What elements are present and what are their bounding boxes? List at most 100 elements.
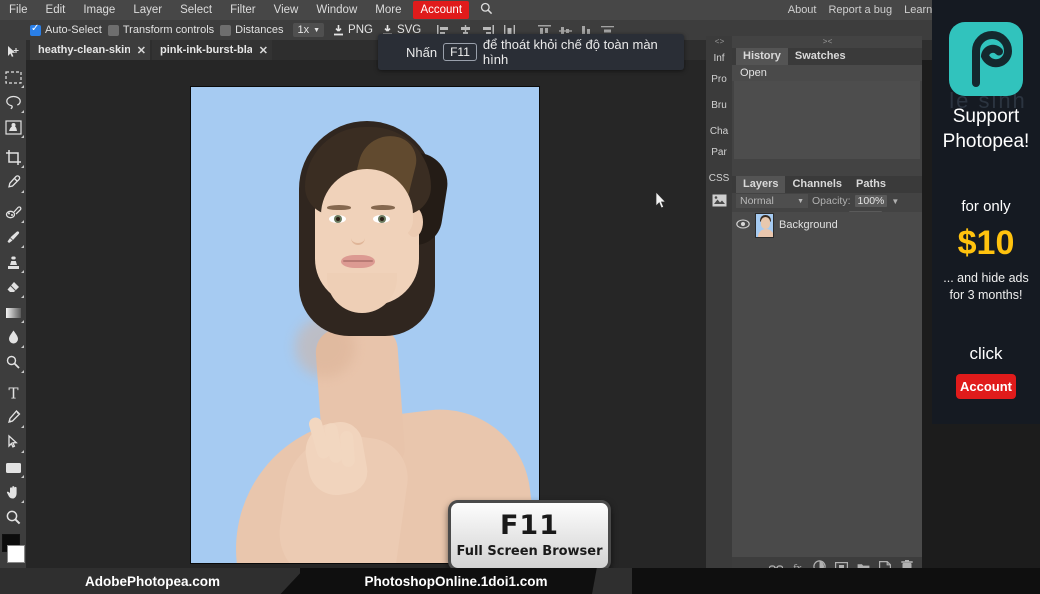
layer-row-background[interactable]: Background <box>732 212 922 238</box>
pen-tool[interactable] <box>0 405 26 430</box>
tool-expand-corner <box>21 500 24 503</box>
document-tab-1[interactable]: heathy-clean-skin-yo ✕ <box>30 40 150 60</box>
side-tab-info[interactable]: Inf <box>706 48 732 69</box>
tab-history[interactable]: History <box>736 48 788 65</box>
brand-left-segment: AdobePhotopea.com <box>0 568 305 594</box>
layer-name[interactable]: Background <box>779 219 838 231</box>
portrait-brow-left <box>327 205 351 210</box>
transform-controls-checkbox-box[interactable] <box>107 24 119 36</box>
support-ad-panel[interactable]: le sinh Support Photopea! for only $10 .… <box>932 0 1040 424</box>
tool-expand-corner <box>21 345 24 348</box>
tool-expand-corner <box>21 110 24 113</box>
chevron-down-icon[interactable]: ▼ <box>891 197 899 206</box>
tab-layers[interactable]: Layers <box>736 176 786 193</box>
side-tab-brushes[interactable]: Bru <box>706 95 732 116</box>
menu-window[interactable]: Window <box>307 0 366 20</box>
collapse-panels-icon[interactable]: > < <box>732 36 922 48</box>
tab-swatches[interactable]: Swatches <box>788 48 853 65</box>
tab-paths[interactable]: Paths <box>849 176 893 193</box>
zoom-level-value: 1x <box>297 24 310 36</box>
layer-list[interactable]: Background <box>732 212 922 557</box>
auto-select-checkbox[interactable]: Auto-Select <box>30 23 102 36</box>
blend-mode-select[interactable]: Normal ▼ <box>736 194 808 208</box>
menu-layer[interactable]: Layer <box>124 0 171 20</box>
side-tab-css[interactable]: CSS <box>706 168 732 189</box>
close-icon[interactable]: ✕ <box>137 44 146 57</box>
export-png-button[interactable]: PNG <box>332 24 373 37</box>
spot-healing-tool[interactable] <box>0 200 26 225</box>
link-report-a-bug[interactable]: Report a bug <box>822 4 898 16</box>
color-swatches[interactable] <box>0 534 26 570</box>
path-select-tool[interactable] <box>0 430 26 455</box>
brush-tool[interactable] <box>0 225 26 250</box>
portrait-finger-3 <box>339 430 356 468</box>
blend-mode-value: Normal <box>740 195 774 207</box>
eyedropper-tool[interactable] <box>0 170 26 195</box>
distances-checkbox-box[interactable] <box>220 24 232 36</box>
opacity-value[interactable]: 100% <box>854 195 888 207</box>
menu-image[interactable]: Image <box>74 0 124 20</box>
menu-more[interactable]: More <box>366 0 410 20</box>
auto-select-checkbox-box[interactable] <box>30 23 41 36</box>
tool-expand-corner <box>21 475 24 478</box>
menu-view[interactable]: View <box>265 0 308 20</box>
tool-expand-corner <box>21 370 24 373</box>
f11-key-label: F11 <box>499 510 560 541</box>
document-tab-2[interactable]: pink-ink-burst-black ✕ <box>152 40 272 60</box>
collapse-side-panel-icon[interactable]: < > <box>706 36 732 48</box>
tab-channels[interactable]: Channels <box>785 176 849 193</box>
eye-icon[interactable] <box>736 216 750 234</box>
transform-controls-checkbox[interactable]: Transform controls <box>107 24 214 36</box>
side-tab-paragraph[interactable]: Par <box>706 142 732 163</box>
shape-tool[interactable] <box>0 455 26 480</box>
lasso-tool[interactable] <box>0 90 26 115</box>
tool-expand-corner <box>21 135 24 138</box>
photopea-window: File Edit Image Layer Select Filter View… <box>0 0 1040 594</box>
close-icon[interactable]: ✕ <box>259 44 268 57</box>
object-select-tool[interactable] <box>0 115 26 140</box>
dodge-tool[interactable] <box>0 350 26 375</box>
tool-expand-corner <box>21 270 24 273</box>
background-color-swatch[interactable] <box>7 545 25 563</box>
type-tool[interactable]: T <box>0 380 26 405</box>
image-panel-icon[interactable] <box>706 189 732 211</box>
distances-checkbox[interactable]: Distances <box>220 24 283 36</box>
svg-text:T: T <box>8 385 18 401</box>
history-list[interactable]: Open <box>732 65 922 81</box>
zoom-level-select[interactable]: 1x ▼ <box>293 23 325 37</box>
link-about[interactable]: About <box>782 4 823 16</box>
blur-tool[interactable] <box>0 325 26 350</box>
menu-edit[interactable]: Edit <box>37 0 75 20</box>
ad-account-button[interactable]: Account <box>956 374 1016 399</box>
mouse-cursor-icon <box>655 192 667 209</box>
eraser-tool[interactable] <box>0 275 26 300</box>
menu-select[interactable]: Select <box>171 0 221 20</box>
canvas-area[interactable]: le sinh <box>26 60 706 575</box>
menu-account-button[interactable]: Account <box>413 1 470 19</box>
history-item-open[interactable]: Open <box>740 65 914 81</box>
opacity-label: Opacity: <box>812 195 851 207</box>
hand-tool[interactable] <box>0 480 26 505</box>
tool-expand-corner <box>21 320 24 323</box>
move-tool[interactable] <box>0 40 26 65</box>
photopea-logo-icon <box>949 22 1023 96</box>
export-png-label: PNG <box>348 24 373 36</box>
history-panel-tabs: History Swatches <box>732 48 922 65</box>
document-canvas[interactable] <box>190 86 540 564</box>
rectangular-marquee-tool[interactable] <box>0 65 26 90</box>
search-icon[interactable] <box>480 2 493 18</box>
fullscreen-notification: Nhấn F11 để thoát khỏi chế độ toàn màn h… <box>378 34 684 70</box>
zoom-tool[interactable] <box>0 505 26 530</box>
clone-stamp-tool[interactable] <box>0 250 26 275</box>
menu-filter[interactable]: Filter <box>221 0 265 20</box>
tool-expand-corner <box>21 245 24 248</box>
crop-tool[interactable] <box>0 145 26 170</box>
gradient-tool[interactable] <box>0 300 26 325</box>
side-tab-character[interactable]: Cha <box>706 121 732 142</box>
side-tab-properties[interactable]: Pro <box>706 69 732 90</box>
ad-hide-ads-text: ... and hide ads for 3 months! <box>932 270 1040 304</box>
tool-expand-corner <box>21 425 24 428</box>
portrait-brow-right <box>371 205 395 210</box>
bottom-brand-bar: AdobePhotopea.com PhotoshopOnline.1doi1.… <box>0 568 1040 594</box>
menu-file[interactable]: File <box>0 0 37 20</box>
